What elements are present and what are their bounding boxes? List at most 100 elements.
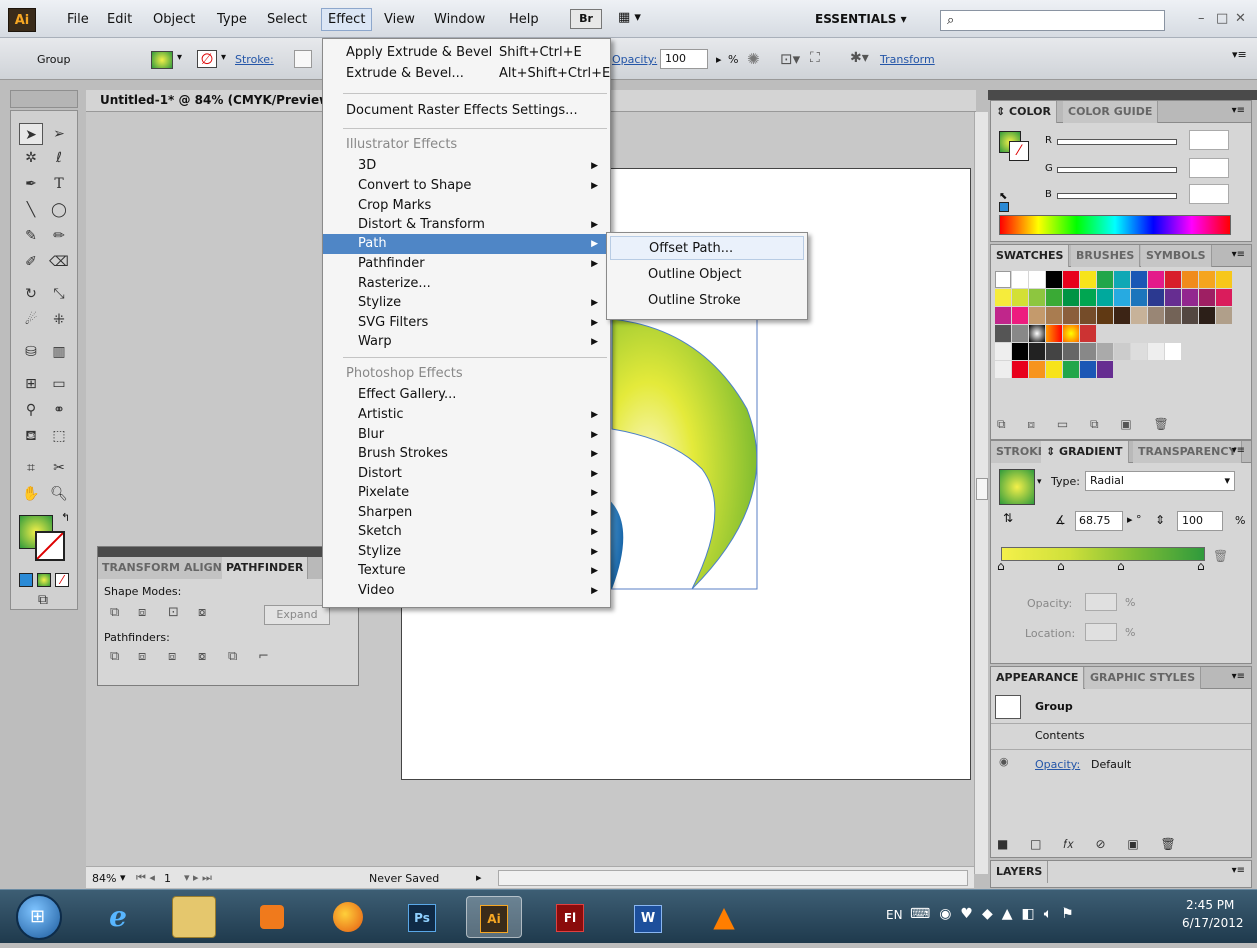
restore-icon[interactable]: □ [1216,11,1228,26]
menu-apply-last-effect[interactable]: Apply Extrude & Bevel Shift+Ctrl+E [323,43,610,63]
gradient-tool-icon[interactable]: ▭ [47,373,71,395]
blob-brush-tool-icon[interactable]: ✐ [19,251,43,273]
channel-g-input[interactable] [1189,158,1229,178]
live-paint-bucket-tool-icon[interactable]: ⛾ [19,425,43,447]
channel-g-slider[interactable] [1057,167,1177,173]
tab-symbols[interactable]: SYMBOLS [1141,245,1212,267]
line-tool-icon[interactable]: ╲ [19,199,43,221]
visibility-eye-icon[interactable]: ◉ [999,755,1009,768]
menu-convert-to-shape[interactable]: Convert to Shape ▶ [323,176,610,196]
tab-pathfinder[interactable]: PATHFINDER [222,557,309,579]
menu-raster-settings[interactable]: Document Raster Effects Settings... [323,101,610,121]
selection-tool-icon[interactable]: ➤ [19,123,43,145]
internet-explorer-icon[interactable]: e [96,896,140,938]
outline-icon[interactable]: ⧉ [228,649,237,664]
channel-r-slider[interactable] [1057,139,1177,145]
menu-pathfinder[interactable]: Pathfinder ▶ [323,254,610,274]
symbol-sprayer-tool-icon[interactable]: ⛁ [19,341,43,363]
stop-opacity-input[interactable] [1085,593,1117,611]
gradient-slider[interactable] [1001,547,1205,561]
menu-last-effect[interactable]: Extrude & Bevel... Alt+Shift+Ctrl+E [323,64,610,84]
color-stroke-box[interactable]: ⁄ [1009,141,1029,161]
menu-3d[interactable]: 3D ▶ [323,156,610,176]
menu-window[interactable]: Window [434,12,485,27]
vlc-icon[interactable]: ▲ [702,896,746,938]
opacity-flyout-icon[interactable]: ▸ [716,53,722,66]
channel-b-slider[interactable] [1057,193,1177,199]
menu-select[interactable]: Select [267,12,307,27]
out-of-gamut-icon[interactable]: ⬉ [999,191,1013,212]
angle-dropdown-icon[interactable]: ▸ ° [1127,513,1142,526]
gradient-preset-dropdown-icon[interactable]: ▾ [1037,477,1042,487]
swatch-grid[interactable] [995,271,1232,387]
magic-wand-tool-icon[interactable]: ✲ [19,147,43,169]
artboard-number[interactable]: 1 [164,872,171,885]
menu-effect-gallery[interactable]: Effect Gallery... [323,385,610,405]
menu-crop-marks[interactable]: Crop Marks [323,196,610,216]
stroke-color-box[interactable] [35,531,65,561]
aspect-ratio-input[interactable]: 100 [1177,511,1223,531]
channel-r-input[interactable] [1189,130,1229,150]
menu-distort[interactable]: Distort ▶ [323,464,610,484]
direct-selection-tool-icon[interactable]: ➢ [47,123,71,145]
start-button[interactable]: ⊞ [16,894,62,940]
stroke-swatch[interactable]: ∅ [197,50,217,68]
stroke-dropdown-icon[interactable]: ▾ [221,52,226,63]
none-mode-icon[interactable]: ⁄ [55,573,69,587]
menu-sketch[interactable]: Sketch ▶ [323,522,610,542]
mesh-tool-icon[interactable]: ⊞ [19,373,43,395]
eraser-tool-icon[interactable]: ⌫ [47,251,71,273]
tab-color-guide[interactable]: COLOR GUIDE [1063,101,1159,123]
illustrator-taskbar-button[interactable]: Ai [466,896,522,938]
minus-front-icon[interactable]: ⧈ [138,605,146,620]
expand-button[interactable]: Expand [264,605,330,625]
menu-view[interactable]: View [384,12,415,27]
panel-title-bar[interactable] [98,547,358,557]
tab-swatches[interactable]: SWATCHES [991,245,1070,267]
merge-icon[interactable]: ⧈ [168,649,176,664]
menu-object[interactable]: Object [153,12,195,27]
layers-menu-icon[interactable]: ▾≡ [1232,865,1245,876]
menu-outline-stroke[interactable]: Outline Stroke [610,289,804,313]
paintbrush-tool-icon[interactable]: ✎ [19,225,43,247]
menu-sharpen[interactable]: Sharpen ▶ [323,503,610,523]
bridge-button[interactable]: Br [570,9,602,29]
isolate-icon[interactable]: ✱▾ [850,50,869,66]
zoom-level[interactable]: 84% [92,872,116,885]
exclude-icon[interactable]: ⧇ [198,605,206,620]
reverse-gradient-icon[interactable]: ⇅ [1003,511,1013,525]
live-paint-selection-tool-icon[interactable]: ⬚ [47,425,71,447]
close-icon[interactable]: ✕ [1235,11,1246,26]
opacity-input[interactable]: 100 [660,49,708,69]
appearance-opacity-link[interactable]: Opacity: [1035,758,1080,771]
tab-transparency[interactable]: TRANSPARENCY [1133,441,1243,463]
file-explorer-icon[interactable] [172,896,216,938]
horizontal-scrollbar[interactable] [498,870,968,886]
flash-taskbar-button[interactable]: Fl [548,896,592,938]
tab-brushes[interactable]: BRUSHES [1071,245,1141,267]
tools-panel-header[interactable] [10,90,78,108]
help-search-input[interactable]: ⌕ [940,10,1165,31]
graph-tool-icon[interactable]: ▥ [47,341,71,363]
zoom-tool-icon[interactable]: 🔍︎ [47,483,71,505]
recolor-artwork-icon[interactable]: ✺ [747,50,760,68]
artboard-tool-icon[interactable]: ⌗ [19,457,43,479]
panel-menu-icon[interactable]: ▾≡ [1232,48,1247,61]
tab-graphic-styles[interactable]: GRAPHIC STYLES [1085,667,1202,689]
color-panel-menu-icon[interactable]: ▾≡ [1232,105,1245,116]
opacity-link[interactable]: Opacity: [612,53,657,66]
tab-layers[interactable]: LAYERS [991,861,1049,883]
first-artboard-icon[interactable]: ⏮ ◂ [136,871,155,885]
menu-file[interactable]: File [67,12,89,27]
menu-offset-path[interactable]: Offset Path... [610,236,804,260]
zoom-dropdown-icon[interactable]: ▾ [120,871,126,884]
menu-warp[interactable]: Warp ▶ [323,332,610,352]
vertical-scrollbar[interactable] [974,112,988,874]
tab-align[interactable]: ALIGN [180,557,227,579]
clock-time[interactable]: 2:45 PM [1186,898,1234,912]
status-menu-icon[interactable]: ▸ [476,871,482,884]
minimize-icon[interactable]: – [1198,11,1205,26]
fill-swatch[interactable] [151,51,173,69]
appearance-contents[interactable]: Contents [1035,729,1084,742]
gradient-angle-input[interactable]: 68.75 [1075,511,1123,531]
